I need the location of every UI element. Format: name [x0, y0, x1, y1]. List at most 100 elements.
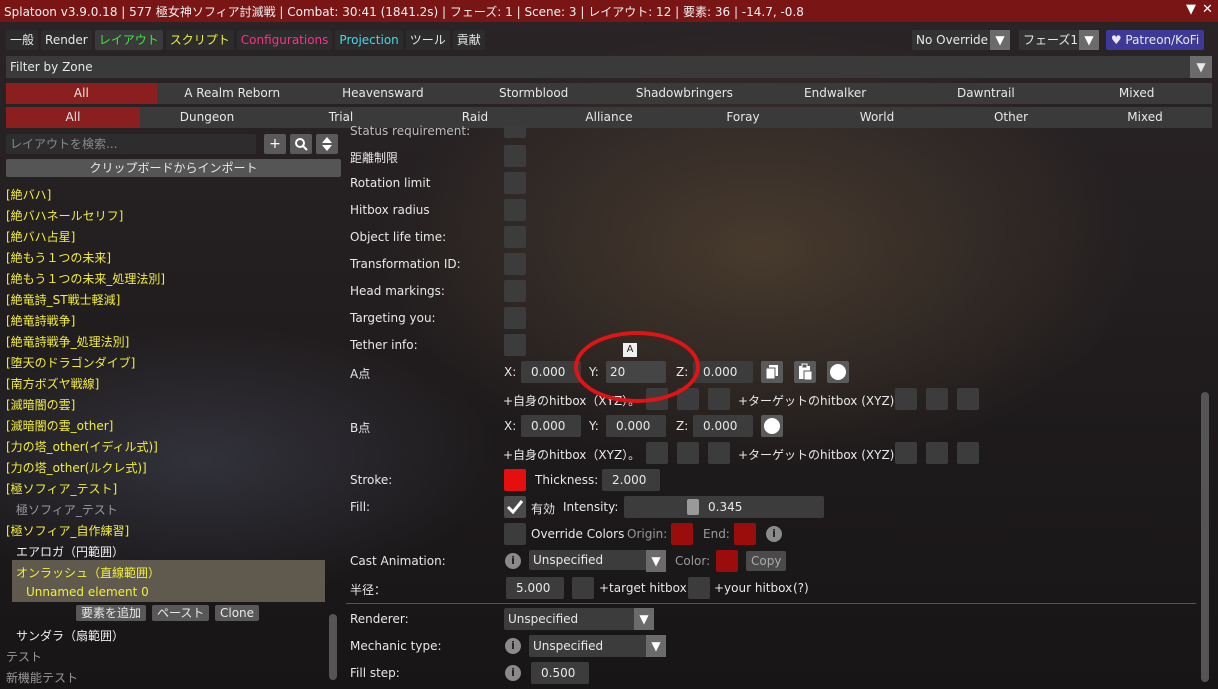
help-icon[interactable]: (?)	[793, 581, 809, 595]
target-hitbox-checkbox[interactable]	[572, 577, 594, 599]
point-a-hitbox-self-z[interactable]	[708, 388, 730, 410]
info-icon[interactable]: i	[505, 665, 521, 681]
content-type-filter-7[interactable]: Other	[944, 107, 1078, 128]
expansion-filter-6[interactable]: Dawntrail	[910, 83, 1062, 104]
point-b-z-input[interactable]: 0.000	[693, 415, 753, 437]
point-b-hitbox-self-z[interactable]	[708, 442, 730, 464]
expansion-filter-4[interactable]: Shadowbringers	[609, 83, 760, 104]
copy-button[interactable]: Copy	[746, 551, 787, 571]
point-a-hitbox-target-y[interactable]	[926, 388, 948, 410]
tab-3[interactable]: スクリプト	[165, 30, 234, 50]
point-b-hitbox-target-z[interactable]	[957, 442, 979, 464]
layout-list-item[interactable]: [滅暗闇の雲_other]	[6, 417, 113, 434]
add-element-button[interactable]: 要素を追加	[76, 605, 147, 621]
layout-list-item[interactable]: テスト	[6, 648, 42, 665]
cast-animation-dropdown[interactable]: Unspecified ▼	[529, 550, 666, 572]
layout-list-item[interactable]: [絶もう１つの未来_処理法別]	[6, 270, 165, 287]
paste-button[interactable]: ペースト	[152, 605, 210, 621]
cast-color-swatch[interactable]	[716, 550, 738, 572]
condition-checkbox[interactable]	[504, 199, 526, 221]
collapse-icon[interactable]: ▼	[1186, 2, 1196, 17]
point-b-hitbox-self-y[interactable]	[677, 442, 699, 464]
tab-5[interactable]: Projection	[335, 30, 403, 50]
condition-checkbox[interactable]	[504, 280, 526, 302]
paste-icon[interactable]	[794, 361, 816, 383]
layout-list-item[interactable]: [絶竜詩_ST戦士軽減]	[6, 291, 120, 308]
expansion-filter-5[interactable]: Endwalker	[759, 83, 911, 104]
end-color-swatch[interactable]	[734, 523, 756, 545]
layout-list-item[interactable]: オンラッシュ（直線範囲）	[16, 564, 160, 581]
layout-list-item[interactable]: [極ソフィア_自作練習]	[6, 522, 129, 539]
origin-color-swatch[interactable]	[671, 523, 693, 545]
mechanic-type-dropdown[interactable]: Unspecified ▼	[529, 635, 666, 657]
layout-list-item[interactable]: 新機能テスト	[6, 669, 78, 686]
condition-checkbox[interactable]	[504, 172, 526, 194]
intensity-slider[interactable]: 0.345	[624, 496, 824, 518]
content-type-filter-4[interactable]: Alliance	[542, 107, 676, 128]
patreon-button[interactable]: ♥ Patreon/KoFi	[1106, 30, 1204, 50]
content-type-filter-6[interactable]: World	[810, 107, 944, 128]
phase-dropdown[interactable]: フェーズ1 ▼	[1019, 30, 1099, 50]
expansion-filter-1[interactable]: A Realm Reborn	[156, 83, 308, 104]
info-icon[interactable]: i	[505, 638, 521, 654]
override-dropdown[interactable]: No Override ▼	[912, 30, 1010, 50]
expansion-filter-2[interactable]: Heavensward	[307, 83, 459, 104]
stroke-color-swatch[interactable]	[504, 469, 526, 491]
tab-0[interactable]: 一般	[6, 30, 39, 50]
layout-list-item[interactable]: [南方ボズヤ戦線]	[6, 375, 99, 392]
expansion-filter-0[interactable]: All	[6, 83, 157, 104]
point-b-hitbox-target-y[interactable]	[926, 442, 948, 464]
tab-7[interactable]: 貢献	[452, 30, 485, 50]
slider-grab-handle[interactable]	[687, 499, 699, 515]
content-type-filter-8[interactable]: Mixed	[1078, 107, 1212, 128]
layout-list-scrollbar[interactable]	[329, 614, 337, 680]
point-b-x-input[interactable]: 0.000	[521, 415, 581, 437]
layout-list-item[interactable]: [絶バハ占星]	[6, 228, 75, 245]
condition-checkbox[interactable]	[504, 334, 526, 356]
info-icon[interactable]: i	[766, 526, 782, 542]
tab-4[interactable]: Configurations	[236, 30, 333, 50]
layout-list-item[interactable]: [絶竜詩戦争]	[6, 312, 75, 329]
zone-filter-dropdown[interactable]: Filter by Zone ▼	[6, 56, 1212, 78]
title-bar[interactable]: Splatoon v3.9.0.18 | 577 極女神ソフィア討滅戦 | Co…	[0, 0, 1218, 22]
fill-enabled-checkbox[interactable]	[504, 496, 526, 518]
point-b-hitbox-target-x[interactable]	[895, 442, 917, 464]
thickness-input[interactable]: 2.000	[602, 469, 660, 491]
sort-icon[interactable]	[316, 134, 338, 154]
condition-checkbox[interactable]	[504, 307, 526, 329]
tab-6[interactable]: ツール	[405, 30, 450, 50]
condition-checkbox[interactable]	[504, 145, 526, 167]
layout-list-item[interactable]: Unnamed element 0	[26, 585, 149, 599]
tab-1[interactable]: Render	[41, 30, 92, 50]
import-from-clipboard-button[interactable]: クリップボードからインポート	[6, 159, 341, 177]
editor-scrollbar[interactable]	[1201, 392, 1209, 682]
tab-2[interactable]: レイアウト	[94, 30, 163, 50]
layout-list-item[interactable]: [絶バハ]	[6, 186, 51, 203]
condition-checkbox[interactable]	[504, 253, 526, 275]
point-a-z-input[interactable]: 0.000	[693, 361, 753, 383]
your-hitbox-checkbox[interactable]	[688, 577, 710, 599]
copy-icon[interactable]	[761, 361, 783, 383]
layout-list-item[interactable]: [絶バハネールセリフ]	[6, 207, 123, 224]
point-a-hitbox-target-x[interactable]	[895, 388, 917, 410]
layout-list-item[interactable]: [絶もう１つの未来]	[6, 249, 111, 266]
point-a-circle-button[interactable]	[827, 361, 849, 383]
content-type-filter-0[interactable]: All	[6, 107, 140, 128]
content-type-filter-1[interactable]: Dungeon	[140, 107, 274, 128]
point-b-y-input[interactable]: 0.000	[606, 415, 666, 437]
layout-search-input[interactable]: レイアウトを検索...	[6, 134, 256, 154]
expansion-filter-7[interactable]: Mixed	[1061, 83, 1212, 104]
point-b-circle-button[interactable]	[761, 415, 783, 437]
expansion-filter-3[interactable]: Stormblood	[458, 83, 609, 104]
layout-list-item[interactable]: エアロガ（円範囲）	[16, 543, 124, 560]
content-type-filter-5[interactable]: Foray	[676, 107, 810, 128]
layout-list-item[interactable]: [絶竜詩戦争_処理法別]	[6, 333, 129, 350]
layout-list-item[interactable]: [堕天のドラゴンダイブ]	[6, 354, 135, 371]
layout-list-item[interactable]: [力の塔_other(イディル式)]	[6, 438, 158, 455]
fill-step-input[interactable]: 0.500	[531, 662, 589, 684]
override-colors-checkbox[interactable]	[504, 523, 526, 545]
point-a-x-input[interactable]: 0.000	[521, 361, 581, 383]
add-icon[interactable]: +	[264, 134, 286, 154]
close-icon[interactable]: ✕	[1202, 2, 1213, 17]
condition-checkbox[interactable]	[504, 226, 526, 248]
